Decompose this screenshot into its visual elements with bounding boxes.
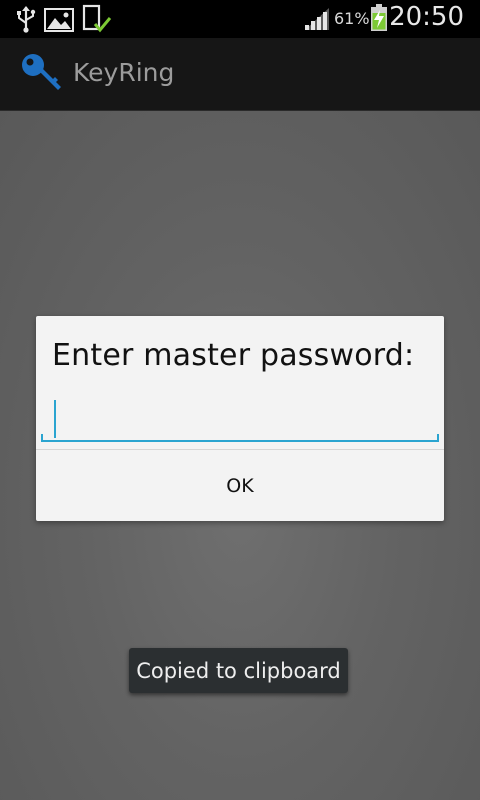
field-underline-left-tick [41,434,43,442]
clock: 20:50 [389,2,464,32]
text-cursor [54,400,56,438]
image-icon [44,8,74,36]
field-underline [41,440,439,442]
battery-percent: 61% [334,9,370,28]
master-password-field[interactable] [41,398,438,440]
usb-icon [14,5,38,37]
app-title: KeyRing [73,58,175,87]
battery-charging-icon [370,4,388,36]
status-bar: 61% 20:50 [0,0,480,38]
ok-button[interactable]: OK [36,450,444,521]
field-underline-right-tick [437,434,439,442]
signal-icon [303,6,331,36]
key-icon[interactable] [20,52,64,98]
action-bar: KeyRing [0,38,480,111]
toast-message: Copied to clipboard [129,648,348,693]
download-complete-icon [82,4,112,38]
dialog-title: Enter master password: [52,338,415,373]
master-password-dialog: Enter master password: OK [36,316,444,521]
